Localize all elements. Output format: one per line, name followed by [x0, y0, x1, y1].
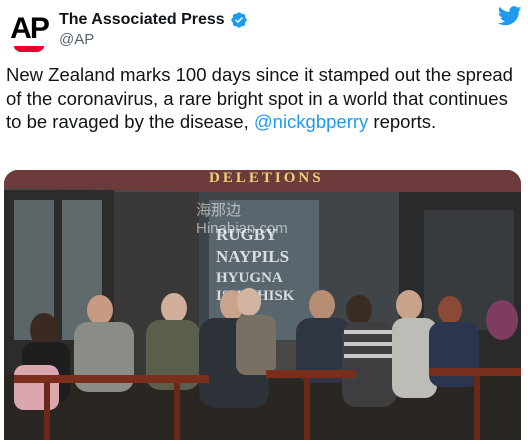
awning-text: DELETIONS	[209, 170, 324, 186]
tweet-photo[interactable]: DELETIONS RUGBY NAYPILS HYUGNA ISHWHISK	[4, 170, 521, 440]
avatar-logo-red-bar	[14, 46, 44, 52]
author-name[interactable]: The Associated Press	[59, 11, 225, 29]
watermark-line-1: 海那边	[196, 202, 242, 219]
avatar-logo: AP	[10, 12, 50, 45]
mention-link[interactable]: @nickgbperry	[254, 111, 368, 132]
tweet-text-tail: reports.	[368, 111, 437, 132]
avatar[interactable]: AP	[6, 8, 52, 54]
author-name-row[interactable]: The Associated Press	[59, 9, 248, 31]
author-handle[interactable]: @AP	[59, 31, 94, 48]
tweet-header: AP The Associated Press @AP	[0, 0, 528, 60]
tweet-text: New Zealand marks 100 days since it stam…	[6, 63, 521, 134]
wall-text-2: NAYPILS	[216, 247, 289, 266]
watermark: 海那边 Hinabian.com	[196, 202, 288, 238]
verified-badge-icon	[231, 12, 247, 28]
twitter-bird-icon[interactable]	[498, 6, 522, 26]
watermark-line-2: Hinabian.com	[196, 220, 288, 237]
wall-text-3: HYUGNA	[216, 270, 283, 286]
